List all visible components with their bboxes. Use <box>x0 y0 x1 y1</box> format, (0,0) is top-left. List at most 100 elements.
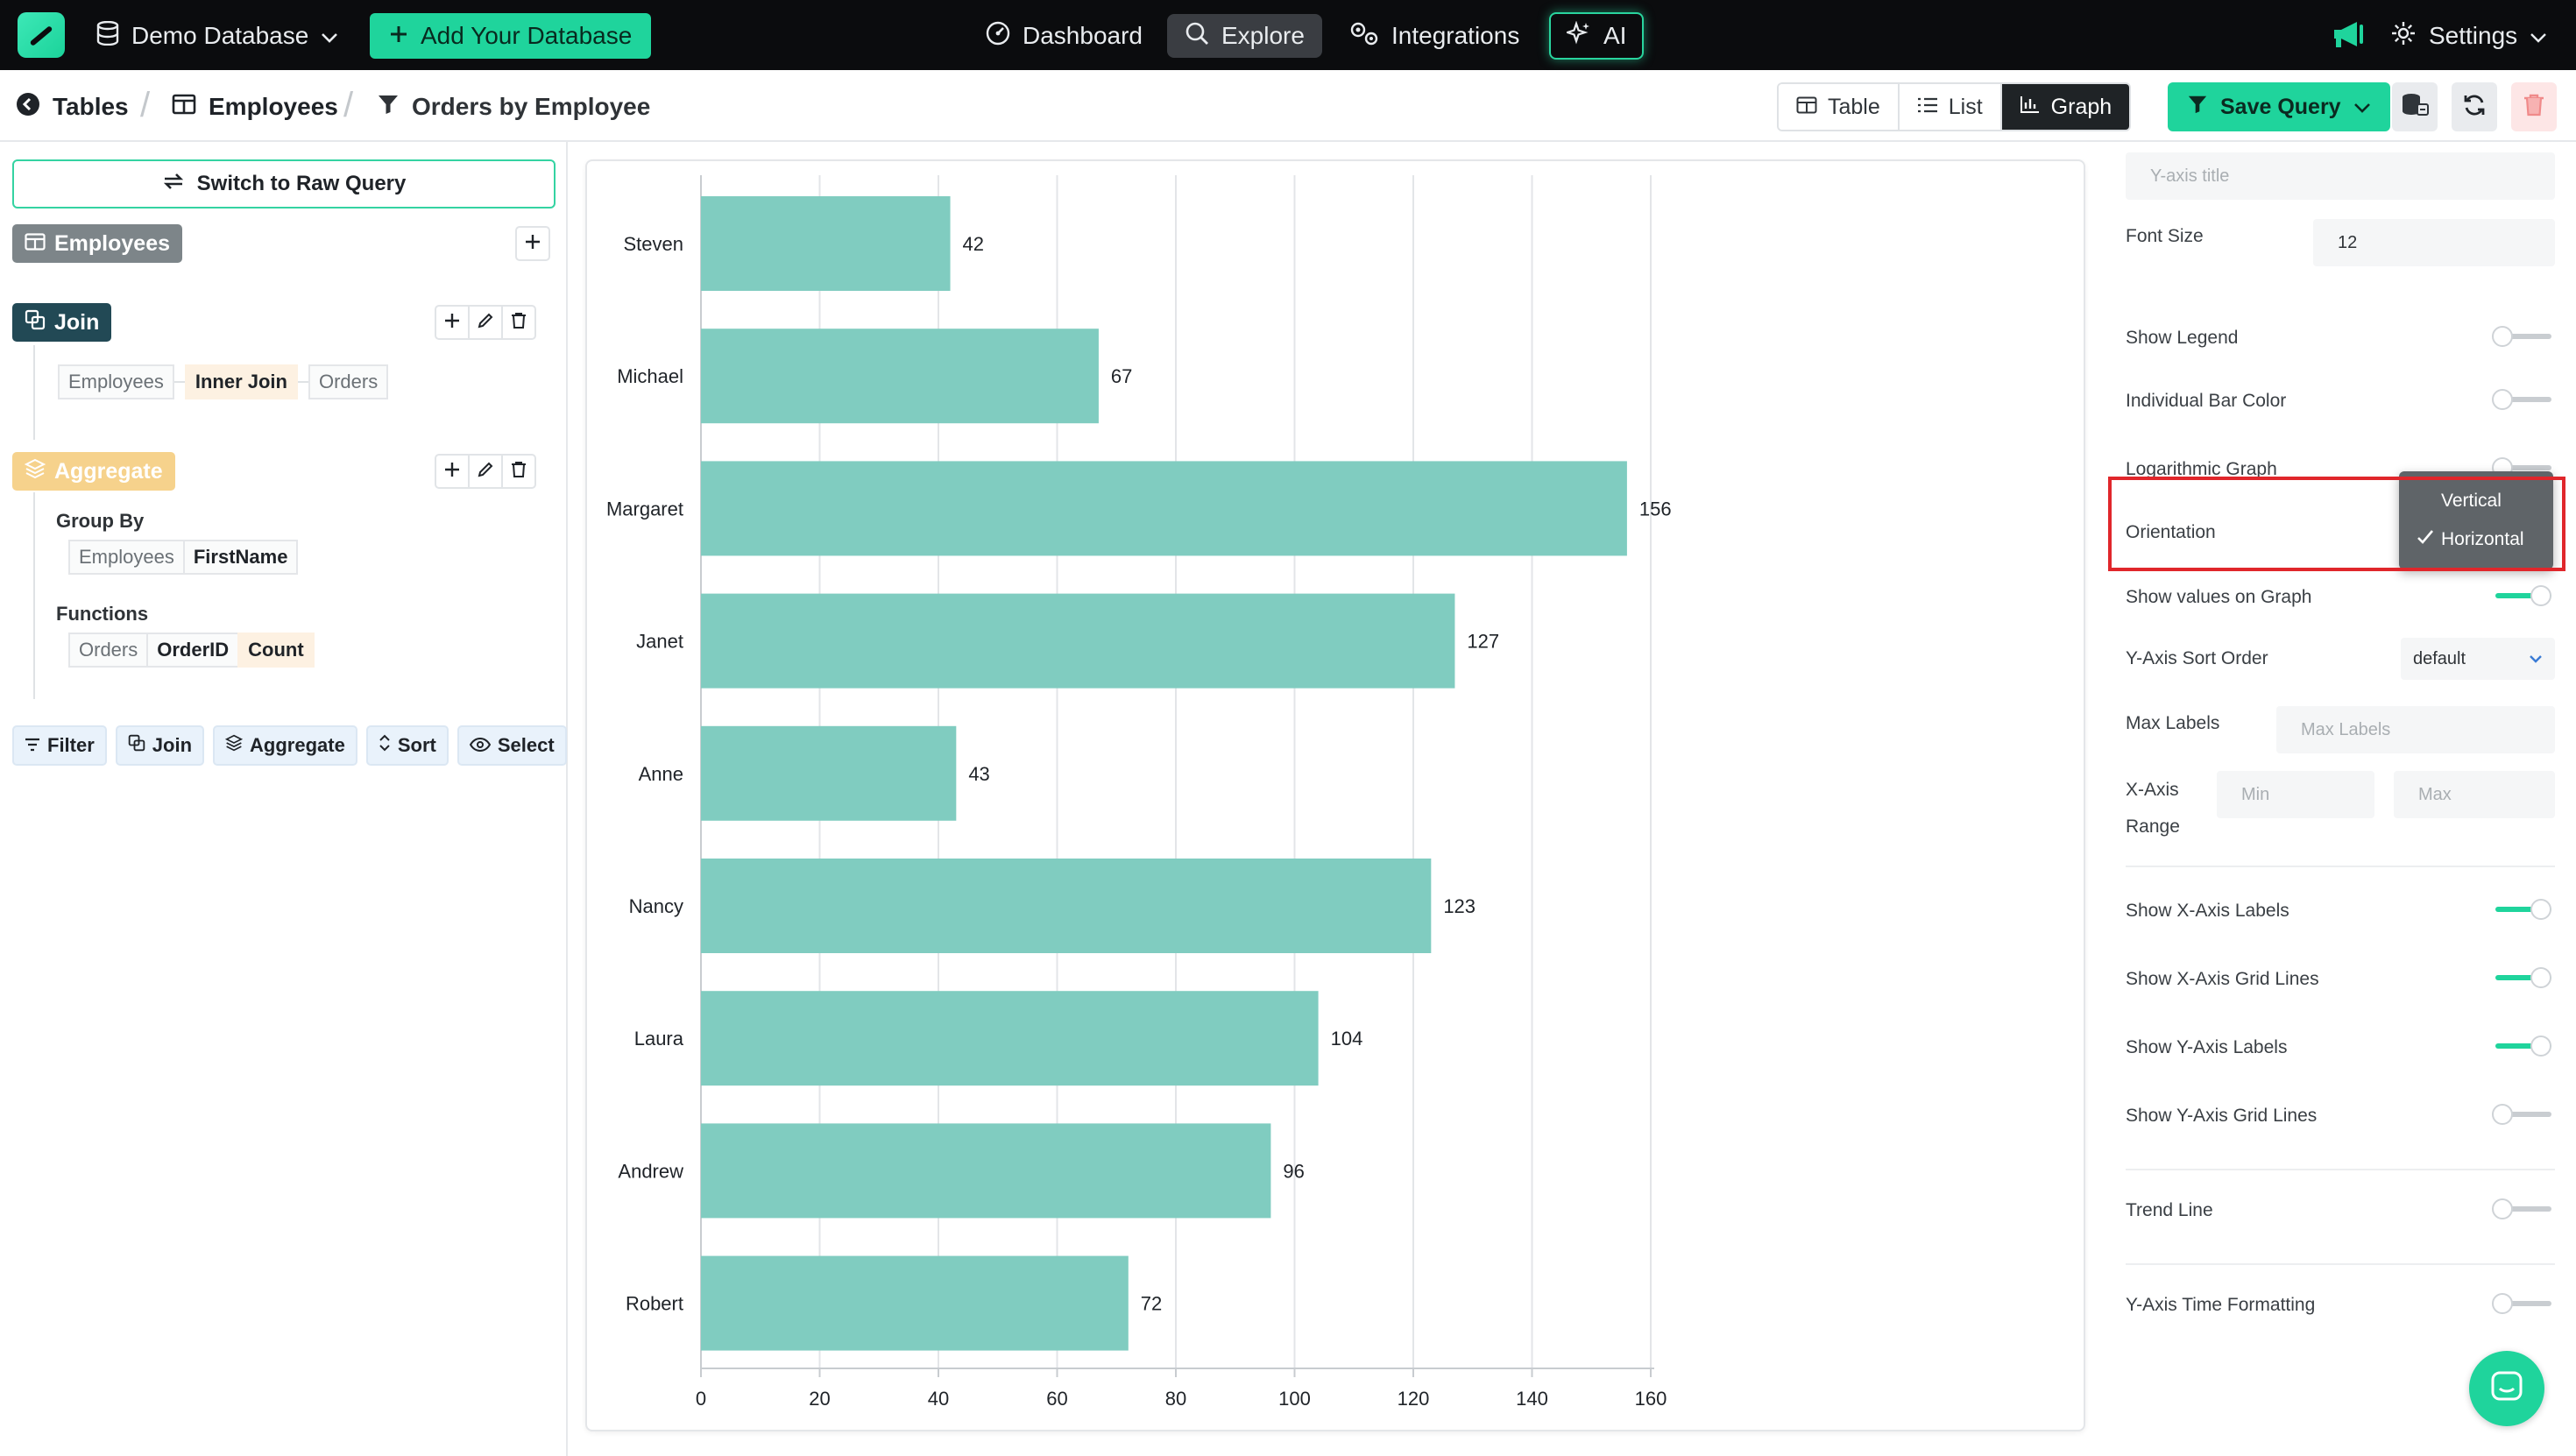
data-label: 123 <box>1443 895 1476 917</box>
individual-bar-color-toggle[interactable] <box>2492 389 2553 410</box>
add-database-label: Add Your Database <box>421 22 633 49</box>
share-query-button[interactable] <box>2392 82 2438 131</box>
search-icon <box>1185 21 1209 52</box>
settings-menu[interactable]: Settings <box>2390 14 2547 58</box>
join-right-table[interactable]: Orders <box>308 364 389 399</box>
show-legend-toggle[interactable] <box>2492 326 2553 347</box>
y-tick-label: Margaret <box>606 498 683 519</box>
dashboard-icon <box>986 21 1010 52</box>
aggregate-button[interactable]: Aggregate <box>213 725 357 766</box>
bar <box>701 991 1319 1086</box>
breadcrumb-query[interactable]: Orders by Employee <box>377 89 650 124</box>
filter-button[interactable]: Filter <box>12 725 107 766</box>
toggle-knob <box>2492 1104 2513 1125</box>
max-labels-label: Max Labels <box>2126 713 2220 733</box>
font-size-input[interactable]: 12 <box>2313 219 2555 266</box>
x-axis-min-input[interactable]: Min <box>2217 771 2374 818</box>
show-y-axis-grid-toggle[interactable] <box>2492 1104 2553 1125</box>
y-tick-label: Robert <box>626 1293 683 1315</box>
join-step-badge[interactable]: Join <box>12 303 112 342</box>
add-step-button[interactable] <box>515 226 550 261</box>
bar <box>701 461 1627 556</box>
breadcrumb-tables[interactable]: Tables <box>16 89 129 124</box>
group-by-label: Group By <box>56 510 145 532</box>
switch-to-raw-query-label: Switch to Raw Query <box>196 172 407 195</box>
nav-explore[interactable]: Explore <box>1167 14 1322 58</box>
source-table-badge[interactable]: Employees <box>12 224 183 263</box>
join-left-table[interactable]: Employees <box>58 364 174 399</box>
announcement-icon[interactable] <box>2331 19 2366 53</box>
nav-ai[interactable]: AI <box>1549 12 1645 60</box>
function-name[interactable]: Count <box>237 633 315 668</box>
add-database-button[interactable]: Add Your Database <box>370 13 652 59</box>
nav-integrations[interactable]: Integrations <box>1332 14 1537 58</box>
show-y-axis-grid-label: Show Y-Axis Grid Lines <box>2126 1106 2318 1126</box>
group-by-column[interactable]: FirstName <box>182 540 299 575</box>
settings-label: Settings <box>2429 22 2518 49</box>
switch-to-raw-query-button[interactable]: Switch to Raw Query <box>12 159 556 209</box>
max-labels-placeholder: Max Labels <box>2301 719 2391 739</box>
nav-ai-label: AI <box>1603 22 1627 49</box>
y-tick-label: Michael <box>617 365 683 387</box>
nav-explore-label: Explore <box>1221 22 1305 49</box>
join-button[interactable]: Join <box>115 725 205 766</box>
table-icon <box>1796 95 1817 120</box>
delete-query-button[interactable] <box>2511 82 2557 131</box>
y-axis-title-input[interactable]: Y-axis title <box>2126 152 2555 200</box>
x-tick-label: 100 <box>1278 1388 1311 1410</box>
show-x-axis-labels-toggle[interactable] <box>2492 899 2553 920</box>
save-query-label: Save Query <box>2220 94 2341 119</box>
step-connector <box>33 492 35 699</box>
delete-aggregate-button[interactable] <box>501 454 536 489</box>
select-button[interactable]: Select <box>456 725 567 766</box>
toggle-knob <box>2530 585 2551 606</box>
time-formatting-toggle[interactable] <box>2492 1293 2553 1314</box>
add-aggregate-button[interactable] <box>435 454 470 489</box>
function-column[interactable]: OrderID <box>146 633 240 668</box>
chat-support-button[interactable] <box>2469 1351 2544 1426</box>
list-icon <box>1917 95 1938 120</box>
nav-dashboard[interactable]: Dashboard <box>968 14 1160 58</box>
view-table-label: Table <box>1828 94 1880 119</box>
max-labels-input[interactable]: Max Labels <box>2276 706 2555 753</box>
database-selector[interactable]: Demo Database <box>96 18 338 54</box>
sort-order-value: default <box>2413 648 2466 668</box>
function-table[interactable]: Orders <box>68 633 149 668</box>
trend-line-toggle[interactable] <box>2492 1198 2553 1219</box>
y-axis-title-placeholder: Y-axis title <box>2150 166 2230 186</box>
refresh-button[interactable] <box>2452 82 2497 131</box>
toggle-knob <box>2492 1198 2513 1219</box>
delete-join-button[interactable] <box>501 305 536 340</box>
view-table-button[interactable]: Table <box>1779 84 1900 130</box>
show-y-axis-labels-toggle[interactable] <box>2492 1035 2553 1057</box>
breadcrumb-employees-label: Employees <box>209 93 338 120</box>
sort-order-select[interactable]: default <box>2401 638 2555 680</box>
aggregate-step-badge[interactable]: Aggregate <box>12 452 175 491</box>
x-axis-max-input[interactable]: Max <box>2394 771 2555 818</box>
query-name: Orders by Employee <box>412 93 651 120</box>
add-join-button[interactable] <box>435 305 470 340</box>
toggle-knob <box>2530 899 2551 920</box>
toggle-knob <box>2492 1293 2513 1314</box>
bar <box>701 725 957 821</box>
show-values-toggle[interactable] <box>2492 585 2553 606</box>
view-list-button[interactable]: List <box>1899 84 2002 130</box>
pencil-icon <box>477 312 494 334</box>
edit-aggregate-button[interactable] <box>468 454 503 489</box>
data-label: 104 <box>1331 1028 1363 1050</box>
view-graph-button[interactable]: Graph <box>2001 84 2130 130</box>
join-type[interactable]: Inner Join <box>184 364 298 399</box>
nav-integrations-label: Integrations <box>1391 22 1520 49</box>
save-query-button[interactable]: Save Query <box>2168 82 2390 131</box>
y-tick-label: Andrew <box>618 1160 683 1182</box>
layers-icon <box>24 458 46 485</box>
breadcrumb-employees[interactable]: Employees <box>172 89 338 124</box>
group-by-table[interactable]: Employees <box>68 540 185 575</box>
app-logo[interactable] <box>18 12 65 58</box>
sort-button[interactable]: Sort <box>365 725 449 766</box>
edit-join-button[interactable] <box>468 305 503 340</box>
x-tick-label: 120 <box>1398 1388 1430 1410</box>
add-step-toolbar: Filter Join Aggregate Sort Select <box>12 725 567 766</box>
show-x-axis-grid-toggle[interactable] <box>2492 967 2553 988</box>
x-axis-range-label: X-Axis <box>2126 780 2179 800</box>
